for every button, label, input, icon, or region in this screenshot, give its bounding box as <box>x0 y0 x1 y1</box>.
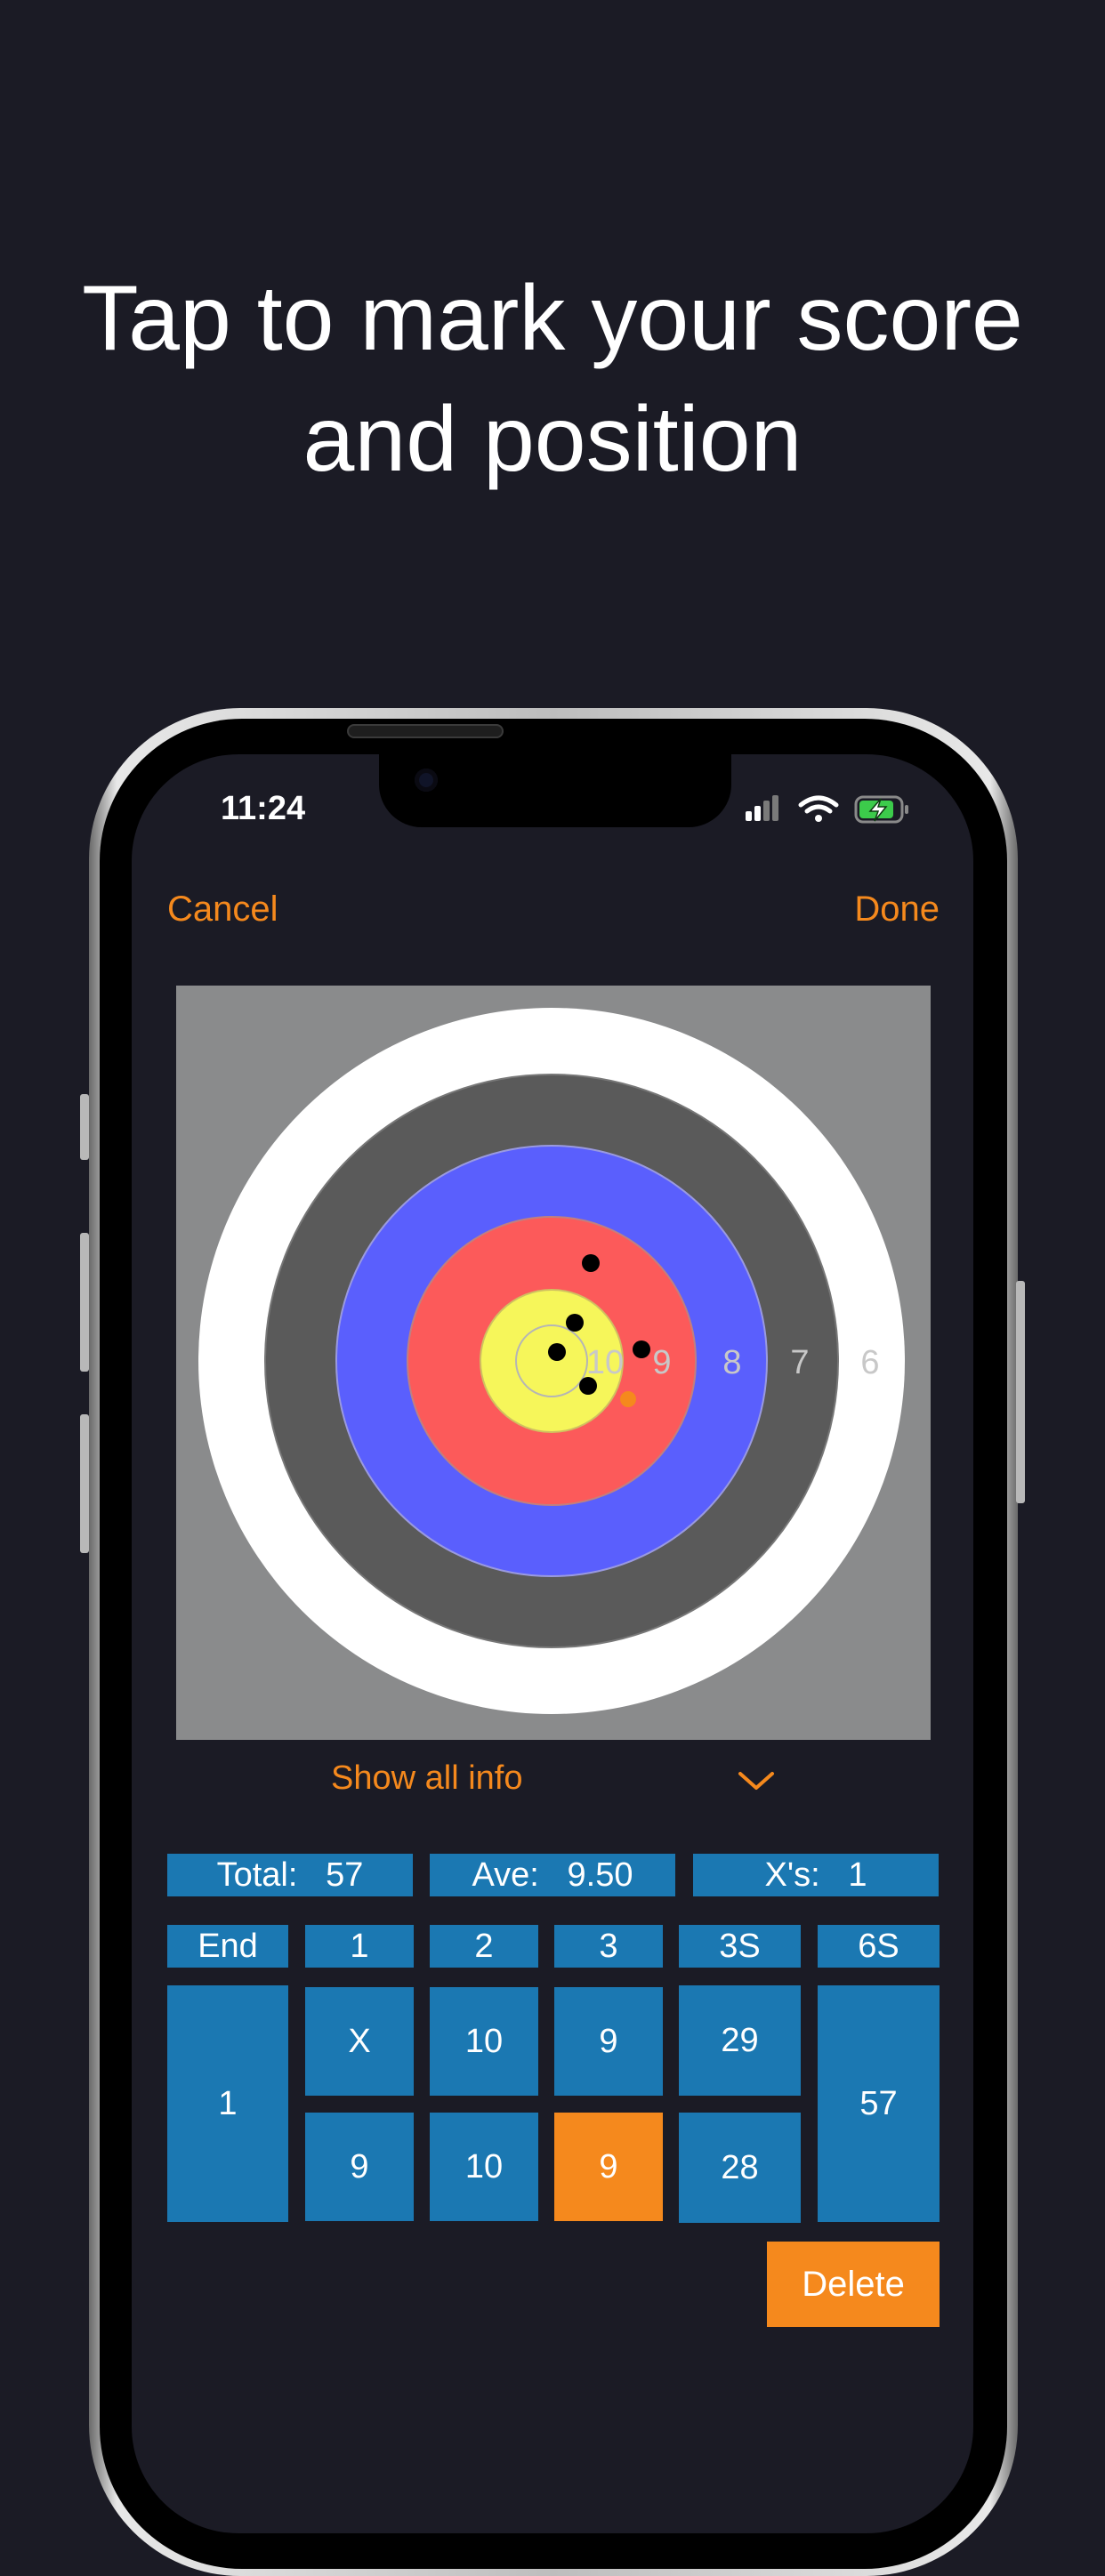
battery-charging-icon <box>854 795 908 824</box>
done-button[interactable]: Done <box>854 890 940 930</box>
score-cell[interactable]: 10 <box>430 2113 538 2221</box>
headline-line-1: Tap to mark your score <box>82 267 1023 370</box>
ring-label-8: 8 <box>722 1344 741 1381</box>
header-arrow-3: 3 <box>554 1925 663 1968</box>
arrow-hit <box>633 1340 650 1358</box>
xs-stat: X's: 1 <box>693 1854 939 1896</box>
headline: Tap to mark your score and position <box>0 258 1105 500</box>
target-face[interactable]: 10 9 8 7 6 <box>176 986 931 1740</box>
header-3s: 3S <box>679 1925 801 1968</box>
target-svg[interactable]: 10 9 8 7 6 <box>176 986 931 1740</box>
header-end: End <box>167 1925 288 1968</box>
xs-value: 1 <box>848 1856 867 1894</box>
volume-up-button <box>80 1233 89 1372</box>
power-button <box>1016 1281 1025 1503</box>
total-stat: Total: 57 <box>167 1854 413 1896</box>
xs-label: X's: <box>764 1856 820 1894</box>
ring-label-7: 7 <box>790 1344 809 1381</box>
average-stat: Ave: 9.50 <box>430 1854 675 1896</box>
average-label: Ave: <box>472 1856 539 1894</box>
status-icons <box>746 795 908 824</box>
speaker-grille <box>347 724 504 738</box>
headline-line-2: and position <box>302 388 803 491</box>
arrow-hit <box>566 1314 584 1332</box>
total-label: Total: <box>216 1856 298 1894</box>
subtotal-3s: 29 <box>679 1985 801 2096</box>
arrow-hit <box>579 1377 597 1395</box>
total-6s: 57 <box>818 1985 940 2222</box>
score-cell[interactable]: 10 <box>430 1987 538 2096</box>
header-arrow-1: 1 <box>305 1925 414 1968</box>
camera-icon <box>415 769 438 792</box>
score-cell[interactable]: X <box>305 1987 414 2096</box>
cancel-button[interactable]: Cancel <box>167 890 278 930</box>
cellular-signal-icon <box>746 795 778 821</box>
show-info-label: Show all info <box>331 1759 523 1797</box>
delete-button[interactable]: Delete <box>767 2242 940 2327</box>
show-info-toggle[interactable]: Show all info <box>132 1758 973 1807</box>
notch <box>379 754 731 827</box>
arrow-hit <box>582 1254 600 1272</box>
end-number: 1 <box>167 1985 288 2222</box>
header-6s: 6S <box>818 1925 940 1968</box>
arrow-hit-selected <box>620 1391 636 1407</box>
chevron-down-icon <box>738 1772 774 1790</box>
score-cell[interactable]: 9 <box>554 1987 663 2096</box>
subtotal-3s: 28 <box>679 2113 801 2223</box>
ring-label-9: 9 <box>652 1344 671 1381</box>
wifi-icon <box>798 795 839 822</box>
silent-switch <box>80 1094 89 1160</box>
status-time: 11:24 <box>221 790 306 827</box>
header-arrow-2: 2 <box>430 1925 538 1968</box>
arrow-hit <box>548 1343 566 1361</box>
volume-down-button <box>80 1414 89 1553</box>
average-value: 9.50 <box>567 1856 633 1894</box>
phone-screen: 11:24 Cancel Done 10 9 8 7 6 Show all in… <box>132 754 973 2533</box>
score-cell[interactable]: 9 <box>305 2113 414 2221</box>
ring-label-6: 6 <box>860 1344 879 1381</box>
ring-label-10: 10 <box>586 1344 624 1381</box>
total-value: 57 <box>326 1856 364 1894</box>
score-cell-selected[interactable]: 9 <box>554 2113 663 2221</box>
